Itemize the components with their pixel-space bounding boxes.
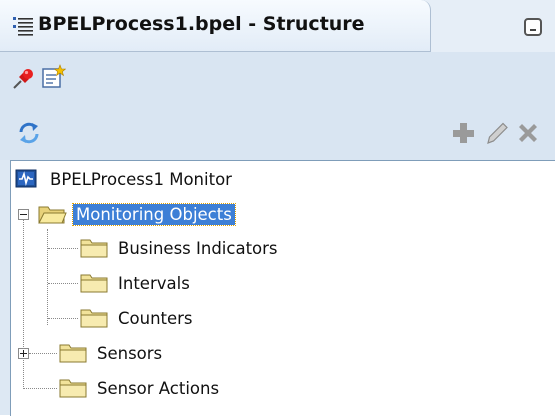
- folder-icon: [80, 239, 108, 258]
- expand-toggle-icon[interactable]: [18, 348, 29, 359]
- delete-icon[interactable]: [515, 120, 541, 146]
- tab-structure[interactable]: BPELProcess1.bpel - Structure: [0, 0, 431, 52]
- toolbar-top: [0, 52, 555, 106]
- pin-icon[interactable]: [10, 66, 36, 92]
- toolbar-actions: [0, 106, 555, 160]
- structure-icon: [13, 17, 33, 36]
- tab-title: BPELProcess1.bpel - Structure: [38, 13, 365, 35]
- refresh-icon[interactable]: [16, 120, 42, 146]
- tree-node-root[interactable]: BPELProcess1 Monitor: [15, 163, 235, 195]
- tree-node-label: Business Indicators: [118, 238, 278, 258]
- tree-node-label: Sensors: [97, 343, 163, 363]
- tree-node-sensors[interactable]: Sensors: [58, 337, 165, 369]
- tree-node-intervals[interactable]: Intervals: [79, 267, 193, 299]
- tree-node-business-indicators[interactable]: Business Indicators: [79, 232, 281, 264]
- folder-icon: [59, 344, 87, 363]
- tree-connector: [48, 248, 78, 250]
- add-icon[interactable]: [450, 120, 476, 146]
- tab-bar: BPELProcess1.bpel - Structure: [0, 0, 555, 53]
- structure-tree[interactable]: BPELProcess1 Monitor Monitoring Objects …: [10, 160, 555, 416]
- tree-connector: [48, 283, 78, 285]
- tree-node-label: Intervals: [118, 273, 190, 293]
- new-view-icon[interactable]: [40, 64, 66, 90]
- tree-connector: [29, 353, 57, 355]
- folder-icon: [59, 379, 87, 398]
- tree-connector: [47, 229, 49, 325]
- tree-node-label: Sensor Actions: [97, 378, 220, 398]
- edit-icon[interactable]: [484, 120, 510, 146]
- tree-node-monitoring-objects[interactable]: Monitoring Objects: [37, 198, 236, 230]
- tree-connector: [48, 318, 78, 320]
- tree-node-label: Monitoring Objects: [72, 202, 236, 226]
- open-folder-icon: [38, 206, 67, 224]
- minimize-icon[interactable]: [524, 18, 542, 36]
- tree-node-label: Counters: [118, 308, 193, 328]
- tree-connector: [24, 388, 57, 390]
- collapse-toggle-icon[interactable]: [18, 209, 29, 220]
- tree-node-label: BPELProcess1 Monitor: [50, 169, 232, 189]
- tree-connector: [23, 209, 25, 389]
- tree-node-sensor-actions[interactable]: Sensor Actions: [58, 372, 222, 404]
- monitor-icon: [15, 169, 37, 188]
- folder-icon: [80, 309, 108, 328]
- folder-icon: [80, 274, 108, 293]
- structure-window: BPELProcess1.bpel - Structure BPELProces…: [0, 0, 555, 416]
- tree-node-counters[interactable]: Counters: [79, 302, 196, 334]
